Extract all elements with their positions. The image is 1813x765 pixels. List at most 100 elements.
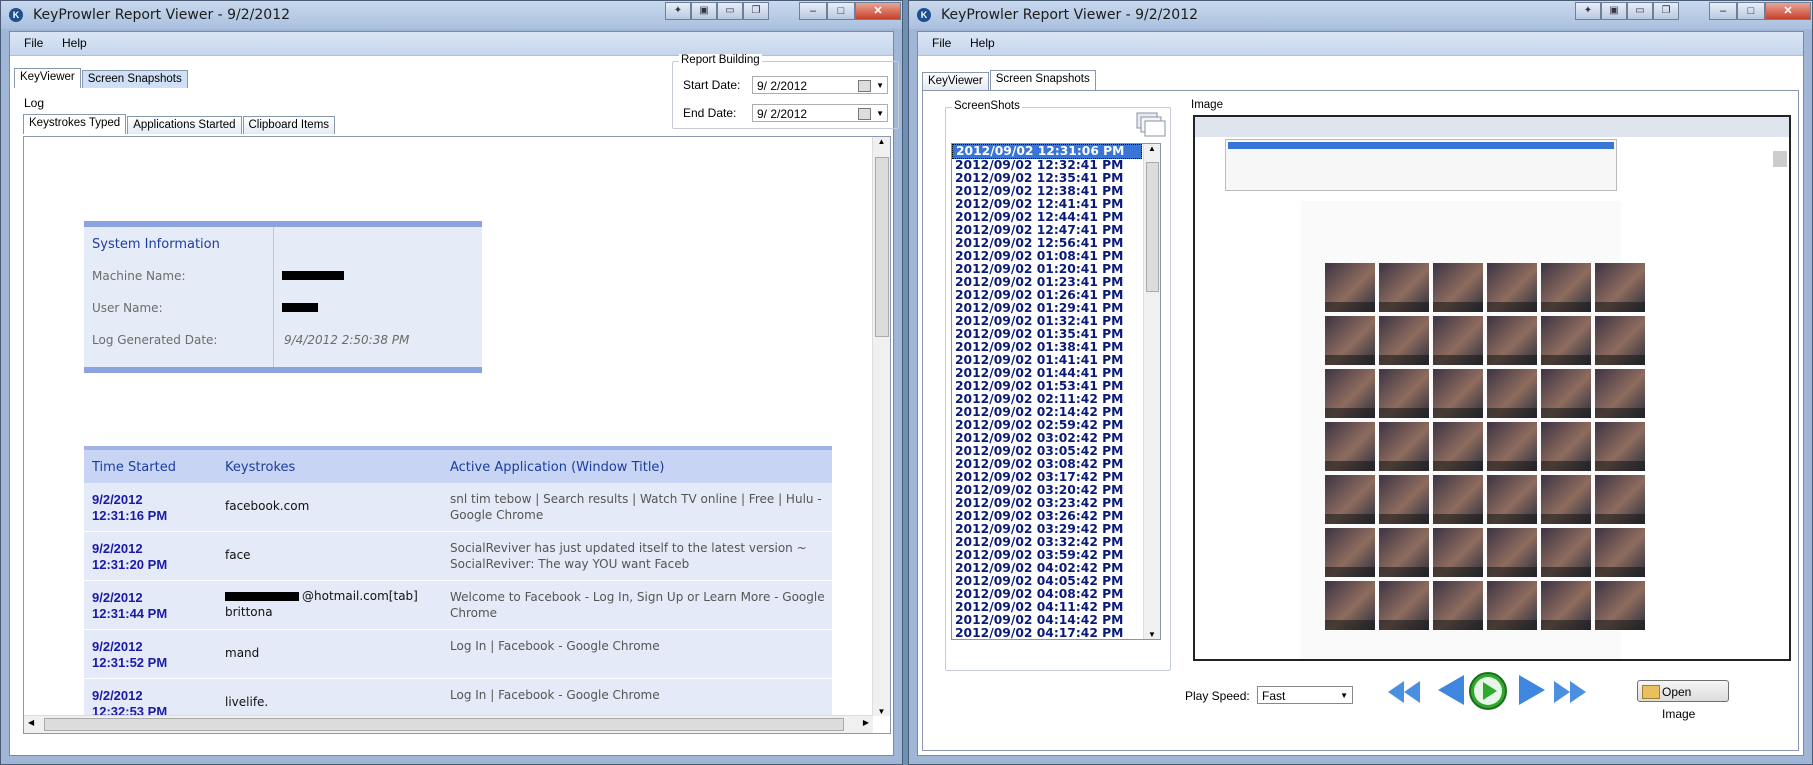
row-application: SocialReviver has just updated itself to… xyxy=(450,541,807,571)
calendar-icon[interactable] xyxy=(858,108,871,120)
screenshot-image[interactable] xyxy=(1193,115,1791,661)
keyprowler-logo-icon: K xyxy=(9,8,23,22)
scroll-left-icon[interactable]: ◀ xyxy=(28,718,34,727)
folder-icon xyxy=(1642,685,1660,699)
window-title: KeyProwler Report Viewer - 9/2/2012 xyxy=(941,7,1199,23)
scroll-down-icon[interactable]: ▼ xyxy=(873,707,890,716)
play-speed-select[interactable]: Fast ▼ xyxy=(1257,686,1353,704)
end-date-picker[interactable]: 9/ 2/2012 ▼ xyxy=(752,104,888,122)
rewind-fast-icon[interactable] xyxy=(1384,675,1424,709)
next-icon[interactable] xyxy=(1515,671,1549,709)
screenshots-stack-icon[interactable] xyxy=(1136,112,1166,137)
tab-applications-started[interactable]: Applications Started xyxy=(127,116,242,134)
menu-help[interactable]: Help xyxy=(62,36,87,50)
row-application: Log In | Facebook - Google Chrome xyxy=(450,639,660,653)
user-name-label: User Name: xyxy=(92,301,163,315)
log-horizontal-scrollbar[interactable]: ◀ ▶ xyxy=(24,715,873,733)
table-header: Time Started Keystrokes Active Applicati… xyxy=(84,446,832,483)
tab-keyviewer[interactable]: KeyViewer xyxy=(14,68,81,88)
previous-icon[interactable] xyxy=(1434,671,1468,709)
row-keystrokes: face xyxy=(225,548,251,562)
row-date: 9/2/2012 xyxy=(92,492,143,507)
window-icon[interactable]: ▭ xyxy=(1627,2,1653,20)
minimize-button[interactable]: – xyxy=(799,2,827,20)
menu-help[interactable]: Help xyxy=(970,36,995,50)
open-image-label: Open Image xyxy=(1662,685,1696,721)
system-information-panel: System Information Machine Name: User Na… xyxy=(84,221,482,373)
table-row[interactable]: 9/2/2012 12:31:44 PM @hotmail.com[tab] br… xyxy=(84,581,832,630)
scroll-down-icon[interactable]: ▼ xyxy=(1144,630,1160,639)
tab-keyviewer[interactable]: KeyViewer xyxy=(922,72,989,90)
monitor-icon[interactable]: ▣ xyxy=(1601,2,1627,20)
start-date-picker[interactable]: 9/ 2/2012 ▼ xyxy=(752,76,888,94)
scroll-up-icon[interactable]: ▲ xyxy=(1144,144,1160,153)
title-bar[interactable]: K KeyProwler Report Viewer - 9/2/2012 ✦ … xyxy=(1,1,902,29)
tab-screen-snapshots[interactable]: Screen Snapshots xyxy=(81,70,188,88)
chevron-down-icon[interactable]: ▼ xyxy=(876,77,884,95)
row-date: 9/2/2012 xyxy=(92,541,143,556)
menu-file[interactable]: File xyxy=(24,36,43,50)
row-date: 9/2/2012 xyxy=(92,688,143,703)
row-application: Log In | Facebook - Google Chrome xyxy=(450,688,660,702)
scroll-right-icon[interactable]: ▶ xyxy=(863,718,869,727)
tab-keystrokes-typed[interactable]: Keystrokes Typed xyxy=(23,114,127,134)
menu-file[interactable]: File xyxy=(932,36,951,50)
log-vertical-scrollbar[interactable]: ▲ ▼ xyxy=(872,137,890,716)
minimize-button[interactable]: – xyxy=(1709,2,1737,20)
tab-clipboard-items[interactable]: Clipboard Items xyxy=(242,116,336,134)
open-image-button[interactable]: Open Image xyxy=(1637,680,1729,721)
report-viewer-window-right: K KeyProwler Report Viewer - 9/2/2012 ✦ … xyxy=(908,0,1813,765)
close-button[interactable]: ✕ xyxy=(1765,2,1811,20)
monitor-icon[interactable]: ▣ xyxy=(691,2,717,20)
scrollbar-thumb[interactable] xyxy=(44,718,844,731)
screenshot-list-item[interactable]: 2012/09/02 04:17:42 PM xyxy=(952,627,1160,640)
pin-icon[interactable]: ✦ xyxy=(665,2,691,20)
table-row[interactable]: 9/2/2012 12:31:52 PM mand Log In | Facebo… xyxy=(84,630,832,679)
screenshots-list[interactable]: 2012/09/02 12:31:06 PM 2012/09/02 12:32:4… xyxy=(951,143,1161,640)
end-date-value: 9/ 2/2012 xyxy=(757,107,808,121)
forward-fast-icon[interactable] xyxy=(1550,675,1590,709)
close-button[interactable]: ✕ xyxy=(855,2,901,20)
screenshot-list-item[interactable]: 2012/09/02 12:31:06 PM xyxy=(952,144,1142,159)
video-thumbnails-grid xyxy=(1325,263,1645,630)
row-time: 12:31:52 PM xyxy=(92,655,168,670)
log-generated-date-label: Log Generated Date: xyxy=(92,333,218,347)
chevron-down-icon[interactable]: ▼ xyxy=(876,105,884,123)
pin-icon[interactable]: ✦ xyxy=(1575,2,1601,20)
scrollbar-thumb[interactable] xyxy=(1146,162,1159,292)
redacted-email xyxy=(225,592,299,601)
maximize-button[interactable]: □ xyxy=(827,2,855,20)
redacted-user-name xyxy=(282,303,318,312)
image-label: Image xyxy=(1189,99,1225,111)
cascade-icon[interactable]: ❐ xyxy=(743,2,769,20)
snapshots-pane: ScreenShots 2012/09/02 12:31:06 PM 2012/0… xyxy=(922,90,1799,751)
browser-toolbar xyxy=(1195,117,1789,137)
cascade-icon[interactable]: ❐ xyxy=(1653,2,1679,20)
table-row[interactable]: 9/2/2012 12:31:16 PM facebook.com snl tim… xyxy=(84,483,832,532)
client-area: File Help KeyViewer Screen Snapshots Rep… xyxy=(9,31,899,756)
row-time: 12:31:44 PM xyxy=(92,606,168,621)
window-title: KeyProwler Report Viewer - 9/2/2012 xyxy=(33,7,291,23)
chevron-down-icon[interactable]: ▼ xyxy=(1340,687,1348,705)
keystrokes-table: Time Started Keystrokes Active Applicati… xyxy=(84,446,832,728)
row-keystrokes-2: brittona xyxy=(225,605,273,619)
tab-screen-snapshots[interactable]: Screen Snapshots xyxy=(989,70,1096,90)
row-application: Welcome to Facebook - Log In, Sign Up or… xyxy=(450,590,825,620)
calendar-icon[interactable] xyxy=(858,80,871,92)
maximize-button[interactable]: □ xyxy=(1737,2,1765,20)
title-bar[interactable]: K KeyProwler Report Viewer - 9/2/2012 ✦ … xyxy=(909,1,1812,29)
table-row[interactable]: 9/2/2012 12:31:20 PM face SocialReviver h… xyxy=(84,532,832,581)
row-application: snl tim tebow | Search results | Watch T… xyxy=(450,492,822,522)
list-scrollbar[interactable]: ▲ ▼ xyxy=(1143,144,1160,639)
report-viewer-window-left: K KeyProwler Report Viewer - 9/2/2012 ✦ … xyxy=(0,0,903,765)
header-active-application: Active Application (Window Title) xyxy=(450,460,665,475)
row-keystrokes: @hotmail.com[tab] xyxy=(302,589,418,603)
window-icon[interactable]: ▭ xyxy=(717,2,743,20)
scrollbar-thumb[interactable] xyxy=(875,157,889,337)
scroll-up-icon[interactable]: ▲ xyxy=(873,137,890,146)
system-info-title: System Information xyxy=(92,237,220,252)
play-icon[interactable] xyxy=(1468,671,1508,711)
machine-name-label: Machine Name: xyxy=(92,269,186,283)
download-icon[interactable] xyxy=(1773,151,1787,167)
play-speed-value: Fast xyxy=(1262,689,1286,703)
